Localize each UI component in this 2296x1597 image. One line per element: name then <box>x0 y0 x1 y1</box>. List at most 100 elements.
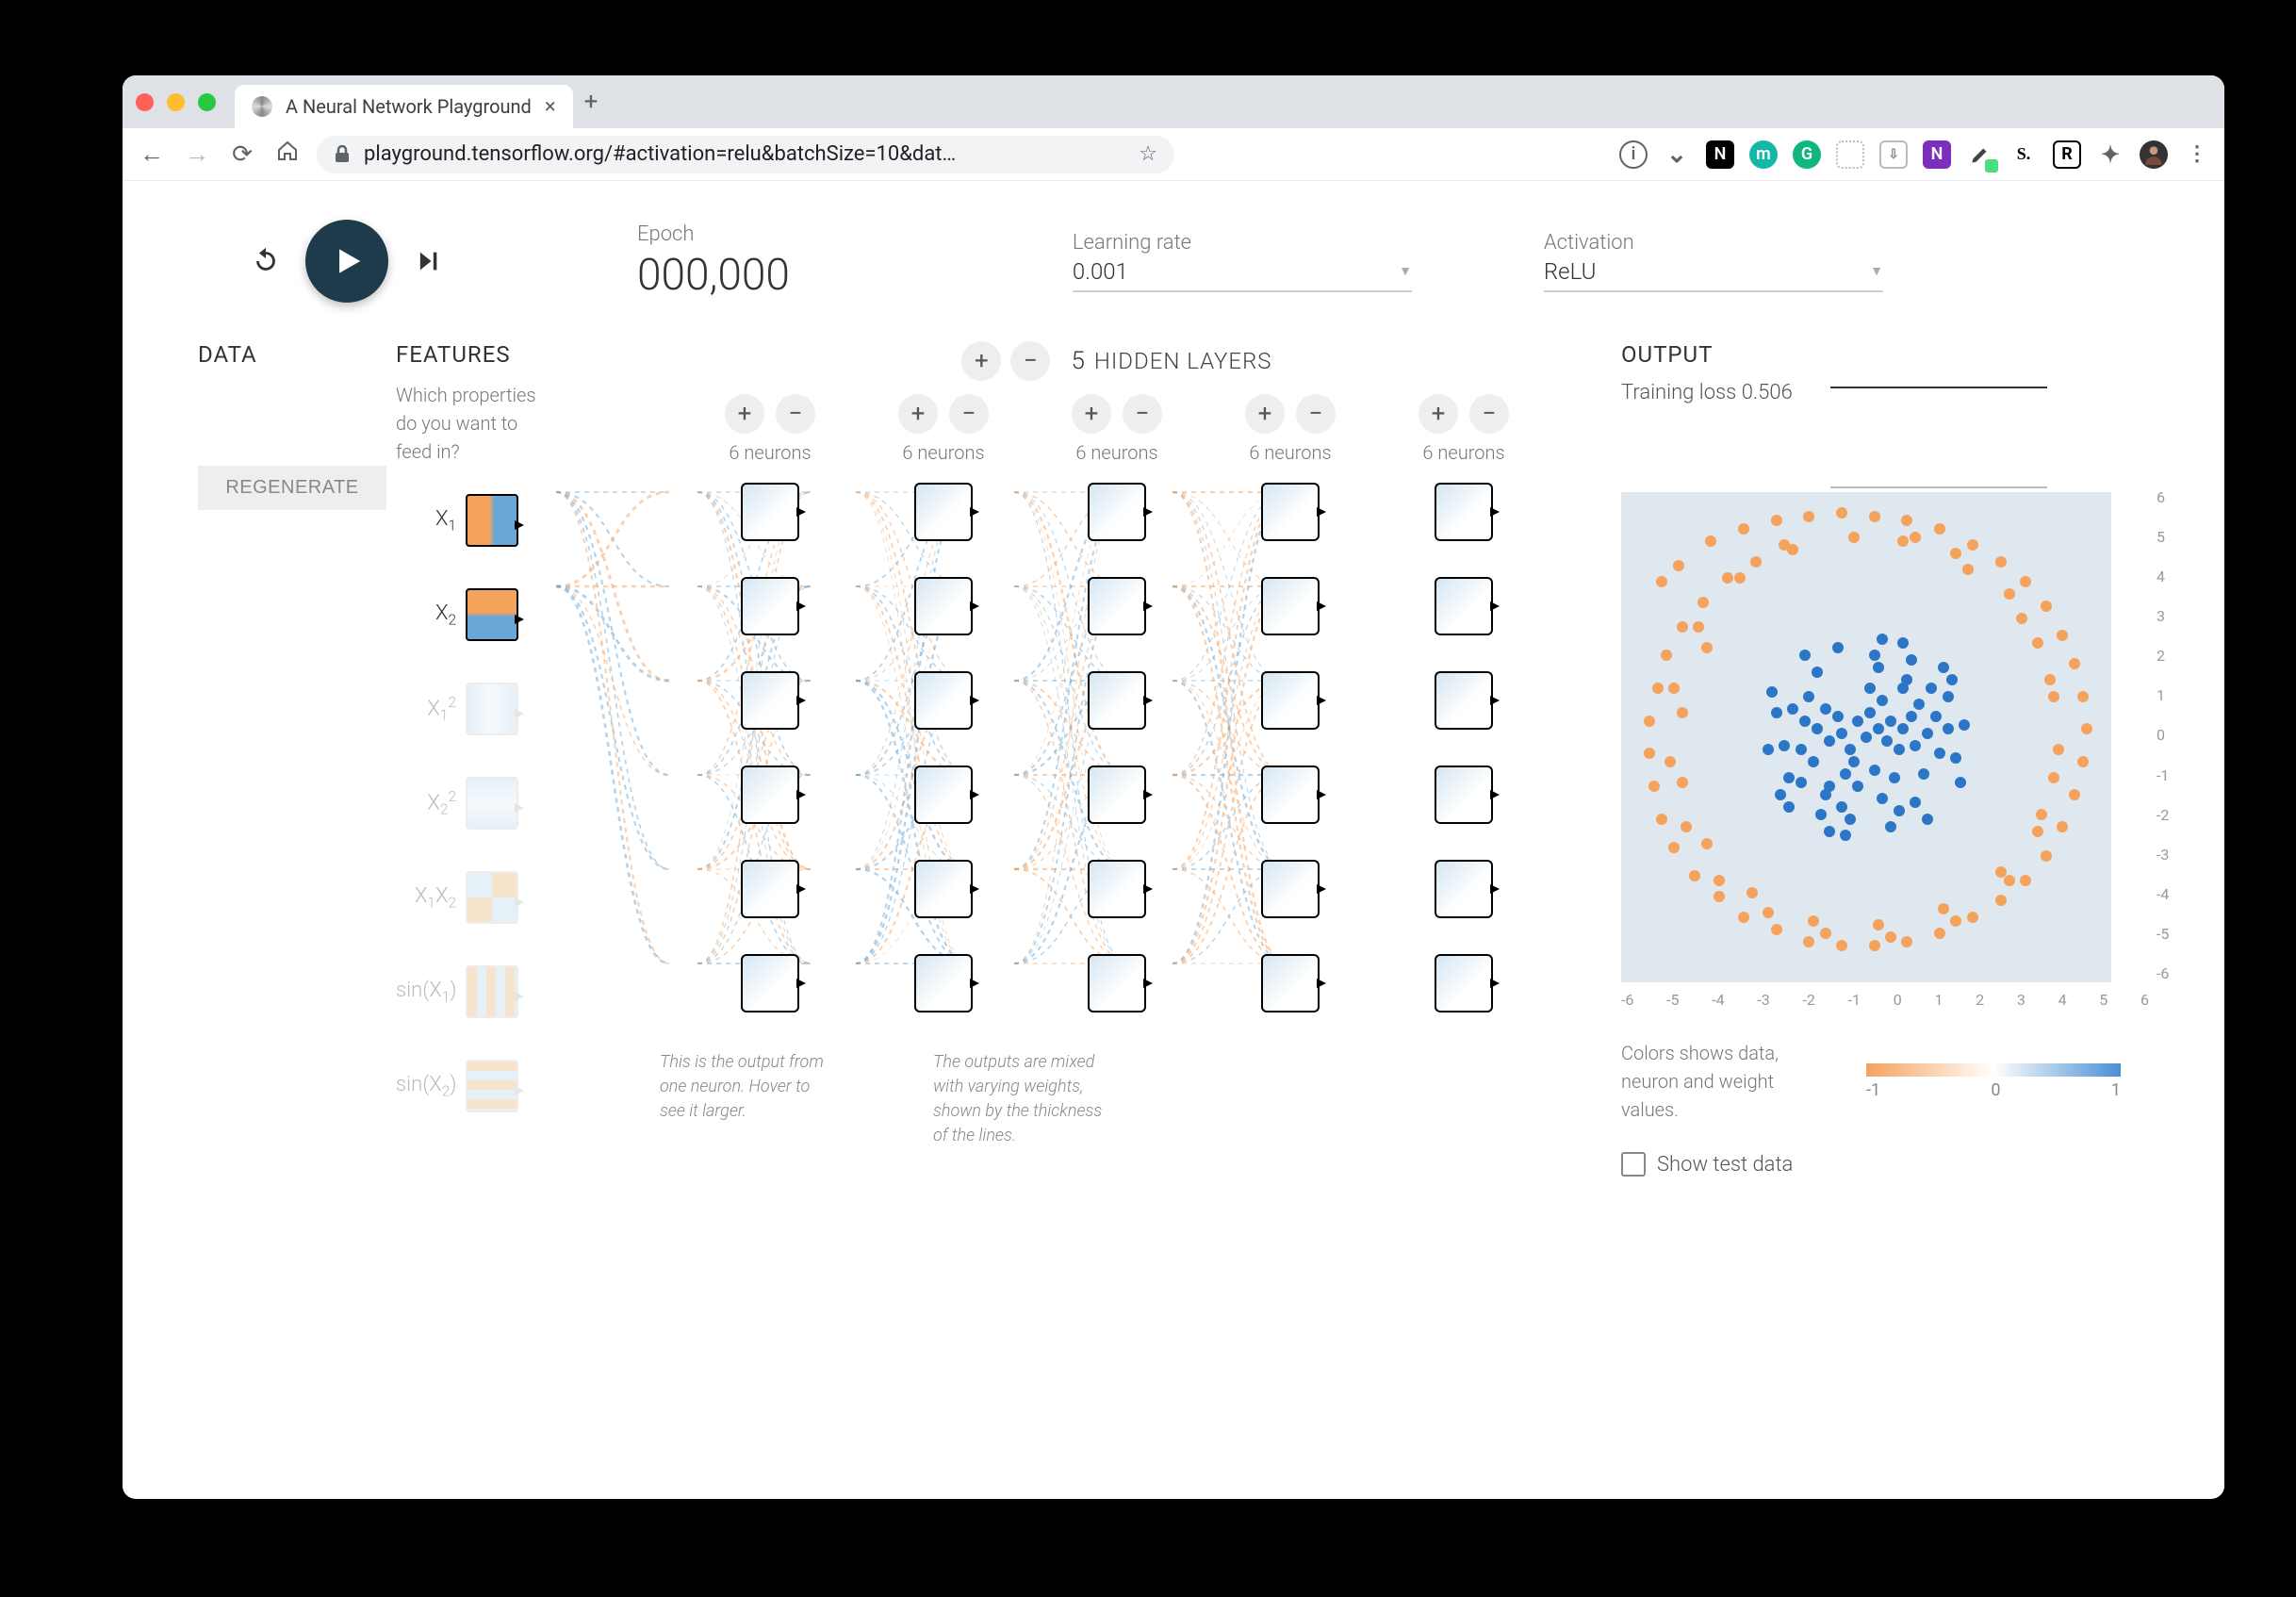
neuron[interactable] <box>1088 766 1146 824</box>
feature-thumb[interactable] <box>466 1060 518 1112</box>
neuron[interactable] <box>1435 577 1493 635</box>
remove-layer-button[interactable]: − <box>1010 341 1050 381</box>
activation-value: ReLU <box>1544 258 1596 285</box>
data-point <box>1722 572 1733 584</box>
grammarly-icon[interactable]: G <box>1793 140 1821 169</box>
back-button[interactable]: ← <box>136 140 168 169</box>
feature-item[interactable]: X1X2 <box>396 871 613 924</box>
neuron[interactable] <box>914 577 973 635</box>
neuron[interactable] <box>1261 954 1320 1013</box>
notion-icon[interactable]: N <box>1706 140 1734 169</box>
new-tab-button[interactable]: + <box>584 88 599 116</box>
home-button[interactable] <box>271 140 303 169</box>
ext-icon[interactable]: i <box>1619 140 1648 169</box>
reload-button[interactable]: ⟳ <box>226 140 258 169</box>
close-tab-icon[interactable]: × <box>545 95 556 119</box>
remove-neuron-button[interactable]: − <box>776 394 815 434</box>
add-neuron-button[interactable]: + <box>725 394 764 434</box>
neuron[interactable] <box>741 577 799 635</box>
neuron[interactable] <box>1088 577 1146 635</box>
colorpicker-icon[interactable] <box>1966 140 1994 169</box>
neuron[interactable] <box>914 671 973 730</box>
close-window-icon[interactable] <box>136 93 154 111</box>
neuron[interactable] <box>914 860 973 918</box>
feature-item[interactable]: sin(X2) <box>396 1060 613 1112</box>
feature-item[interactable]: X12 <box>396 683 613 735</box>
learning-rate-select[interactable]: 0.001 ▼ <box>1073 258 1412 292</box>
feature-thumb[interactable] <box>466 588 518 641</box>
ext-icon[interactable] <box>1836 140 1864 169</box>
neuron[interactable] <box>1435 483 1493 541</box>
feature-item[interactable]: sin(X1) <box>396 965 613 1018</box>
show-test-row[interactable]: Show test data <box>1621 1152 2149 1177</box>
show-test-checkbox[interactable] <box>1621 1152 1646 1177</box>
neuron[interactable] <box>914 766 973 824</box>
add-neuron-button[interactable]: + <box>898 394 938 434</box>
neuron[interactable] <box>1435 766 1493 824</box>
feature-thumb[interactable] <box>466 871 518 924</box>
neuron[interactable] <box>1088 483 1146 541</box>
add-neuron-button[interactable]: + <box>1245 394 1285 434</box>
add-layer-button[interactable]: + <box>961 341 1001 381</box>
ext-icon[interactable]: R <box>2053 140 2081 169</box>
data-point <box>1845 814 1856 825</box>
neuron[interactable] <box>741 671 799 730</box>
extensions-menu-icon[interactable]: ✦ <box>2096 140 2124 169</box>
star-icon[interactable]: ☆ <box>1139 142 1157 166</box>
minimize-window-icon[interactable] <box>167 93 185 111</box>
play-button[interactable] <box>305 220 388 303</box>
feature-thumb[interactable] <box>466 965 518 1018</box>
remove-neuron-button[interactable]: − <box>1469 394 1509 434</box>
feature-item[interactable]: X2 <box>396 588 613 641</box>
regenerate-button[interactable]: REGENERATE <box>198 466 386 510</box>
output-scatter[interactable] <box>1621 492 2111 982</box>
neuron[interactable] <box>1261 671 1320 730</box>
feature-item[interactable]: X1 <box>396 494 613 547</box>
neuron[interactable] <box>1435 860 1493 918</box>
profile-avatar[interactable] <box>2140 140 2168 169</box>
step-button[interactable] <box>407 240 449 282</box>
remove-neuron-button[interactable]: − <box>1296 394 1336 434</box>
reset-button[interactable] <box>245 240 287 282</box>
neuron[interactable] <box>1088 954 1146 1013</box>
browser-tab[interactable]: A Neural Network Playground × <box>235 85 573 128</box>
url-field[interactable]: playground.tensorflow.org/#activation=re… <box>317 136 1174 173</box>
neuron[interactable] <box>1261 766 1320 824</box>
kebab-menu-icon[interactable]: ⋮ <box>2183 140 2211 169</box>
neuron[interactable] <box>741 954 799 1013</box>
data-point <box>2053 744 2064 755</box>
neuron[interactable] <box>741 483 799 541</box>
neuron[interactable] <box>914 954 973 1013</box>
feature-thumb[interactable] <box>466 777 518 830</box>
feature-thumb[interactable] <box>466 494 518 547</box>
neuron[interactable] <box>1435 671 1493 730</box>
data-point <box>1897 723 1909 734</box>
feature-item[interactable]: X22 <box>396 777 613 830</box>
neuron[interactable] <box>741 766 799 824</box>
pocket-icon[interactable]: ⌄ <box>1663 140 1691 169</box>
ext-icon[interactable]: ⇩ <box>1879 140 1908 169</box>
feature-thumb[interactable] <box>466 683 518 735</box>
neuron[interactable] <box>1261 577 1320 635</box>
neuron[interactable] <box>914 483 973 541</box>
maximize-window-icon[interactable] <box>198 93 216 111</box>
data-point <box>1873 919 1884 930</box>
activation-select[interactable]: ReLU ▼ <box>1544 258 1883 292</box>
neuron[interactable] <box>1261 483 1320 541</box>
neuron[interactable] <box>1088 860 1146 918</box>
ext-icon[interactable]: S. <box>2009 140 2038 169</box>
neuron[interactable] <box>741 860 799 918</box>
neuron[interactable] <box>1088 671 1146 730</box>
epoch-label: Epoch <box>637 222 790 246</box>
data-point <box>1897 535 1909 547</box>
remove-neuron-button[interactable]: − <box>949 394 989 434</box>
neuron[interactable] <box>1435 954 1493 1013</box>
ext-icon[interactable]: m <box>1749 140 1778 169</box>
neuron[interactable] <box>1261 860 1320 918</box>
forward-button[interactable]: → <box>181 140 213 169</box>
add-neuron-button[interactable]: + <box>1419 394 1458 434</box>
onenote-icon[interactable]: N <box>1923 140 1951 169</box>
data-point <box>1950 915 1961 927</box>
remove-neuron-button[interactable]: − <box>1123 394 1162 434</box>
add-neuron-button[interactable]: + <box>1072 394 1111 434</box>
